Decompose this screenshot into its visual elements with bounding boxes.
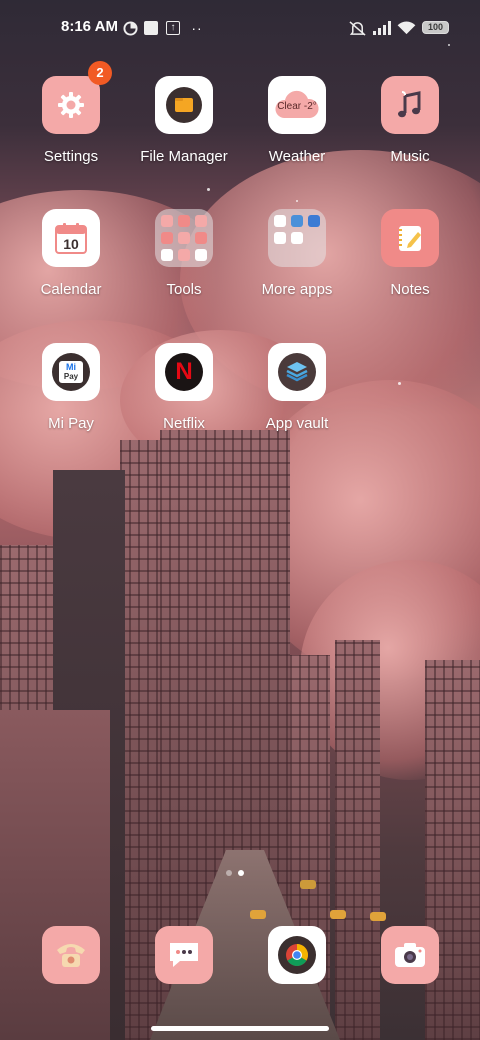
folder-grid-icon — [268, 209, 326, 267]
status-bar: 8:16 AM ↑ ·· 100 — [0, 0, 480, 56]
app-file-manager[interactable]: File Manager — [129, 76, 239, 165]
mute-icon — [347, 20, 367, 36]
folder-grid-icon — [155, 209, 213, 267]
netflix-logo-letter: N — [175, 358, 193, 385]
app-label: Calendar — [40, 281, 102, 298]
clock: 8:16 AM — [61, 18, 118, 35]
app-settings[interactable]: 2 Settings — [16, 61, 126, 165]
app-label: File Manager — [140, 148, 228, 165]
app-notes[interactable]: Notes — [355, 209, 465, 298]
data-saver-icon — [122, 20, 138, 36]
mi-pay-tile-top: Mi — [66, 362, 76, 372]
app-mi-pay[interactable]: Mi Pay Mi Pay — [16, 343, 126, 432]
app-label: Mi Pay — [48, 415, 94, 432]
app-label: Music — [390, 148, 430, 165]
app-label: Netflix — [163, 415, 205, 432]
upload-icon: ↑ — [165, 20, 181, 36]
battery-indicator: 100 — [422, 21, 449, 34]
mi-pay-tile-bottom: Pay — [63, 372, 79, 381]
app-label: More apps — [261, 281, 333, 298]
app-app-vault[interactable]: App vault — [242, 343, 352, 432]
notification-square-icon — [143, 20, 159, 36]
chrome-icon — [286, 944, 308, 966]
gear-icon: 2 — [42, 61, 112, 134]
mi-pay-icon: Mi Pay — [42, 343, 100, 401]
app-label: Notes — [390, 281, 430, 298]
notification-badge: 2 — [88, 61, 112, 85]
folder-more-apps[interactable]: More apps — [242, 209, 352, 298]
layers-icon — [268, 343, 326, 401]
app-label: Settings — [43, 148, 99, 165]
cloud-icon: Clear -2° — [268, 76, 326, 134]
netflix-icon: N — [155, 343, 213, 401]
telephone-icon — [57, 944, 85, 967]
calendar-date: 10 — [63, 236, 79, 252]
notepad-icon — [381, 209, 439, 267]
camera-icon — [395, 943, 425, 967]
app-calendar[interactable]: 10 Calendar — [16, 209, 126, 298]
app-music[interactable]: Music — [355, 76, 465, 165]
folder-tools[interactable]: Tools — [129, 209, 239, 298]
wifi-icon — [396, 20, 416, 36]
more-dots-icon: ·· — [191, 20, 203, 36]
app-label: Tools — [166, 281, 202, 298]
weather-tile-text: Clear -2° — [277, 101, 317, 112]
chat-bubble-icon — [170, 943, 198, 967]
signal-icon — [372, 20, 392, 36]
dock-messages[interactable] — [155, 926, 213, 984]
app-netflix[interactable]: N Netflix — [129, 343, 239, 432]
app-label: App vault — [265, 415, 329, 432]
music-note-icon — [381, 76, 439, 134]
home-gesture-bar[interactable] — [151, 1026, 329, 1031]
app-label: Weather — [268, 148, 326, 165]
page-dot-active — [238, 870, 244, 876]
dock-camera[interactable] — [381, 926, 439, 984]
dock-chrome[interactable] — [268, 926, 326, 984]
page-indicator — [226, 870, 244, 876]
dock — [0, 926, 480, 990]
dock-phone[interactable] — [42, 926, 100, 984]
app-weather[interactable]: Clear -2° Weather — [242, 76, 352, 165]
folder-icon — [155, 76, 213, 134]
calendar-icon: 10 — [42, 209, 100, 267]
page-dot — [226, 870, 232, 876]
